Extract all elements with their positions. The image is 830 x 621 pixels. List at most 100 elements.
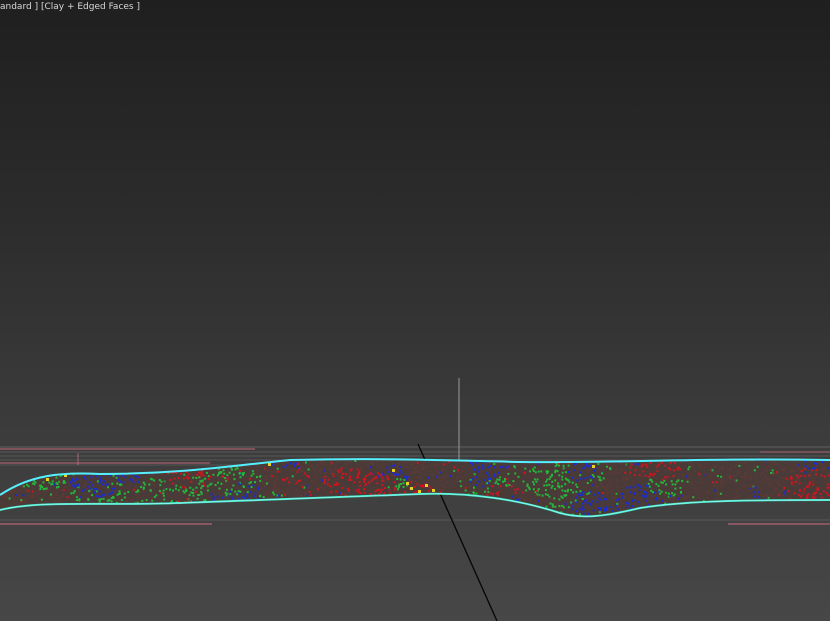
point (405, 476, 408, 479)
point (252, 460, 255, 463)
3d-viewport[interactable]: andard ] [Clay + Edged Faces ] (0, 0, 830, 621)
point (10, 490, 12, 493)
point (681, 474, 684, 477)
point (13, 499, 16, 502)
point (735, 495, 738, 498)
point (465, 498, 468, 500)
point (585, 464, 588, 467)
point (60, 467, 63, 470)
point (573, 463, 576, 466)
point (247, 513, 250, 516)
point (55, 482, 58, 484)
point (428, 485, 431, 488)
point (729, 508, 732, 511)
point (670, 480, 673, 483)
point (631, 505, 633, 508)
point (123, 492, 126, 495)
point (475, 484, 478, 487)
point (808, 481, 811, 484)
point (406, 466, 409, 469)
point (185, 488, 188, 491)
point (385, 517, 387, 519)
point (819, 515, 822, 517)
point (335, 511, 337, 514)
point (158, 512, 161, 515)
point (161, 510, 164, 513)
point (696, 493, 699, 496)
point (143, 512, 146, 515)
point (283, 479, 285, 482)
point (579, 490, 582, 493)
point (726, 506, 729, 509)
point (794, 508, 797, 511)
point (685, 517, 687, 519)
point (712, 516, 715, 517)
viewport-shading-menu[interactable]: andard ] (0, 2, 38, 12)
point (305, 461, 307, 464)
point (39, 488, 42, 491)
point (304, 494, 307, 496)
point (357, 491, 360, 493)
point (611, 510, 614, 513)
point (91, 515, 94, 517)
point (125, 510, 128, 512)
point (201, 485, 204, 487)
point (280, 511, 283, 514)
point (229, 502, 232, 505)
point (639, 485, 642, 488)
point (162, 489, 165, 492)
point (290, 481, 293, 484)
point (498, 513, 500, 516)
point (99, 509, 102, 512)
point (763, 480, 766, 483)
point (226, 474, 229, 477)
point (160, 480, 163, 483)
point (672, 497, 675, 500)
point (3, 496, 6, 499)
point (575, 496, 578, 499)
point (812, 480, 815, 483)
viewport-display-mode-menu[interactable]: [Clay + Edged Faces ] (41, 2, 140, 12)
point (441, 469, 444, 472)
point (92, 506, 94, 509)
point (609, 488, 612, 491)
point (239, 490, 242, 493)
point (82, 517, 84, 519)
point (289, 462, 292, 465)
scene-canvas[interactable] (0, 0, 830, 621)
point (804, 460, 807, 463)
point (262, 503, 265, 506)
point (712, 504, 715, 507)
point (249, 491, 252, 494)
point (316, 478, 319, 481)
point (758, 481, 761, 484)
point (340, 492, 343, 495)
point (764, 475, 767, 477)
point (472, 510, 475, 513)
point (19, 480, 22, 483)
point (299, 466, 302, 469)
point (75, 470, 78, 473)
point (367, 481, 370, 484)
point (450, 501, 453, 504)
point (726, 495, 729, 497)
point (83, 510, 86, 513)
point (493, 466, 496, 469)
point (676, 466, 679, 469)
point (298, 516, 300, 518)
point (307, 508, 310, 511)
point (807, 517, 809, 519)
point (414, 517, 416, 519)
point (124, 475, 127, 478)
point (496, 494, 499, 497)
point (651, 480, 654, 483)
point (327, 506, 330, 509)
point (560, 495, 563, 498)
point (797, 494, 800, 497)
point (625, 489, 628, 492)
point (384, 487, 386, 489)
point (440, 479, 443, 482)
point (822, 468, 825, 470)
point (370, 479, 373, 482)
point (397, 502, 400, 505)
